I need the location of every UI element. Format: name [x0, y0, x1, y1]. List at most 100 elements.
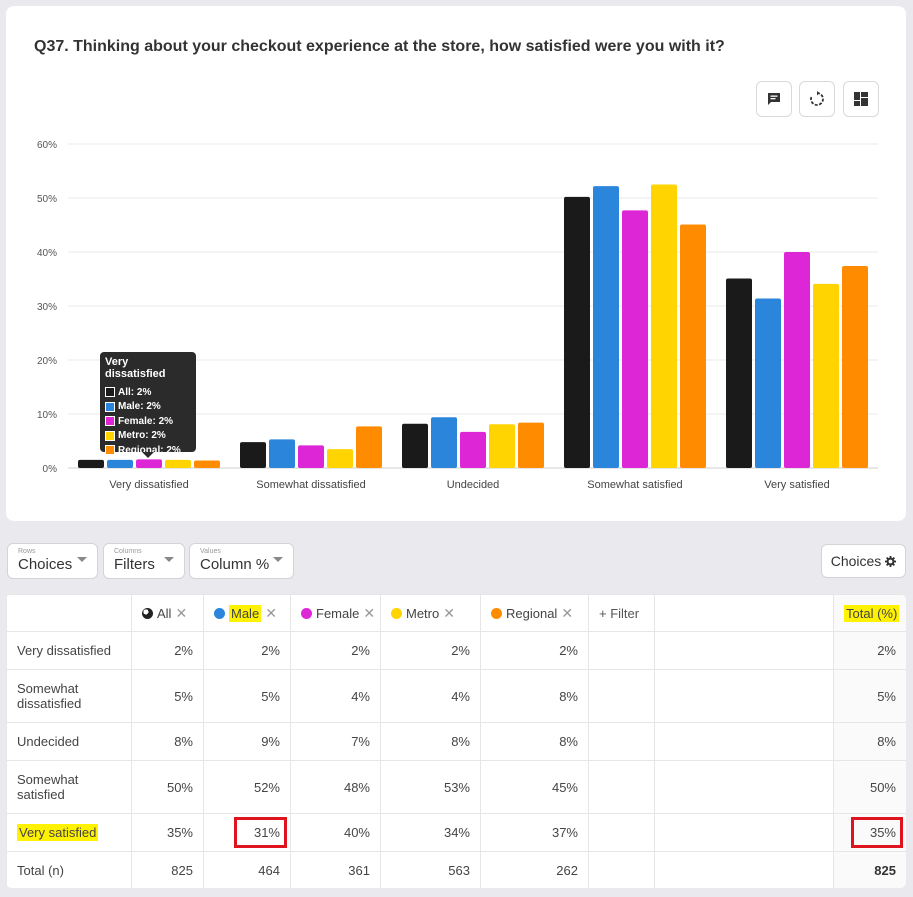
metro-color-dot: [391, 607, 402, 619]
x-tick-label: Somewhat satisfied: [587, 479, 682, 491]
columns-dropdown[interactable]: Columns Filters: [103, 543, 185, 579]
cell-female: 7%: [290, 722, 381, 761]
bar-all: [240, 442, 266, 468]
tooltip-row-text: Female: 2%: [118, 415, 174, 427]
table-row: Very satisfied 35% 31% 40% 34% 37% 35%: [6, 813, 906, 852]
tooltip-title: Very dissatisfied: [105, 356, 166, 380]
bar-regional: [518, 422, 544, 468]
cell-regional: 37%: [480, 813, 589, 852]
row-label: Very dissatisfied: [6, 631, 132, 670]
row-label-text: Very satisfied: [17, 824, 99, 841]
bar-female: [298, 445, 324, 468]
bar-female: [784, 252, 810, 468]
cell-metro: 2%: [380, 631, 481, 670]
close-icon[interactable]: ✕: [363, 605, 375, 621]
bar-all: [78, 459, 104, 468]
header-female[interactable]: Female ✕: [290, 594, 381, 632]
cell-male: 9%: [203, 722, 291, 761]
header-regional[interactable]: Regional ✕: [480, 594, 589, 632]
values-dropdown[interactable]: Values Column %: [189, 543, 294, 579]
bar-regional: [842, 266, 868, 468]
close-icon[interactable]: ✕: [175, 605, 187, 621]
header-metro-label: Metro: [406, 605, 440, 621]
header-all[interactable]: All ✕: [131, 594, 204, 632]
close-icon[interactable]: ✕: [443, 605, 455, 621]
table-row: Somewhat satisfied 50% 52% 48% 53% 45% 5…: [6, 760, 906, 814]
cell-empty: [588, 631, 655, 670]
y-tick-label: 0%: [43, 464, 58, 475]
cell-empty: [654, 631, 834, 670]
cell-total: 50%: [833, 760, 906, 814]
globe-icon: [142, 607, 153, 619]
cell-metro: 8%: [380, 722, 481, 761]
y-tick-label: 50%: [37, 194, 57, 205]
bar-all: [402, 423, 428, 468]
bar-male: [431, 417, 457, 468]
cell-all: 5%: [131, 669, 204, 723]
bar-male: [755, 298, 781, 468]
cell-female: 4%: [290, 669, 381, 723]
header-total: Total (%): [833, 594, 906, 632]
cell-regional: 45%: [480, 760, 589, 814]
choices-settings-button[interactable]: Choices: [821, 544, 906, 578]
bar-metro: [651, 184, 677, 468]
bar-female: [622, 210, 648, 469]
rows-dropdown[interactable]: Rows Choices: [7, 543, 98, 579]
bar-metro: [489, 424, 515, 468]
row-label: Total (n): [6, 851, 132, 888]
x-tick-label: Undecided: [447, 479, 500, 491]
tooltip-row-text: Regional: 2%: [118, 444, 181, 456]
rows-caption: Rows: [18, 548, 36, 555]
cell-total: 2%: [833, 631, 906, 670]
table-row: Undecided 8% 9% 7% 8% 8% 8%: [6, 722, 906, 761]
cell-regional: 8%: [480, 722, 589, 761]
cell-male: 464: [203, 851, 291, 888]
header-blank: [6, 594, 132, 632]
cell-empty: [654, 760, 834, 814]
close-icon[interactable]: ✕: [561, 605, 573, 621]
cell-regional: 262: [480, 851, 589, 888]
chevron-down-icon: [273, 557, 283, 562]
row-label: Very satisfied: [6, 813, 132, 852]
y-tick-label: 40%: [37, 248, 57, 259]
y-tick-label: 10%: [37, 410, 57, 421]
tooltip-row-text: All: 2%: [118, 386, 152, 398]
cell-all: 8%: [131, 722, 204, 761]
bar-metro: [165, 459, 191, 468]
cell-male: 5%: [203, 669, 291, 723]
crosstab-table: All ✕ Male ✕ Female ✕ Metro ✕ Regional ✕ + Fi…: [6, 594, 906, 888]
tooltip-row: Regional: 2%: [105, 443, 191, 458]
add-filter-button[interactable]: + Filter: [588, 594, 655, 632]
cell-all: 825: [131, 851, 204, 888]
x-tick-label: Very satisfied: [764, 479, 829, 491]
cell-empty: [588, 669, 655, 723]
cell-empty: [588, 722, 655, 761]
cell-metro: 34%: [380, 813, 481, 852]
y-tick-label: 30%: [37, 302, 57, 313]
bar-all: [564, 196, 590, 469]
row-label: Somewhat dissatisfied: [6, 669, 132, 723]
table-header-row: All ✕ Male ✕ Female ✕ Metro ✕ Regional ✕ + Fi…: [6, 594, 906, 632]
cell-total: 825: [833, 851, 906, 888]
header-male[interactable]: Male ✕: [203, 594, 291, 632]
cell-female: 48%: [290, 760, 381, 814]
cell-all: 2%: [131, 631, 204, 670]
cell-empty: [654, 722, 834, 761]
header-total-label: Total (%): [844, 604, 900, 622]
columns-caption: Columns: [114, 548, 142, 555]
tooltip-row: All: 2%: [105, 385, 191, 400]
cell-female: 2%: [290, 631, 381, 670]
highlight-box: [851, 817, 903, 848]
cell-empty: [588, 760, 655, 814]
table-total-row: Total (n) 825 464 361 563 262 825: [6, 851, 906, 888]
tooltip-row-text: Metro: 2%: [118, 430, 166, 442]
choices-button-label: Choices: [830, 553, 882, 569]
close-icon[interactable]: ✕: [265, 605, 277, 621]
bar-male: [107, 459, 133, 468]
chart-tooltip: Very dissatisfied All: 2% Male: 2% Femal…: [100, 352, 196, 458]
x-tick-label: Very dissatisfied: [109, 479, 188, 491]
tooltip-row: Metro: 2%: [105, 429, 191, 444]
bar-female: [460, 431, 486, 468]
tooltip-row: Female: 2%: [105, 414, 191, 429]
header-metro[interactable]: Metro ✕: [380, 594, 481, 632]
